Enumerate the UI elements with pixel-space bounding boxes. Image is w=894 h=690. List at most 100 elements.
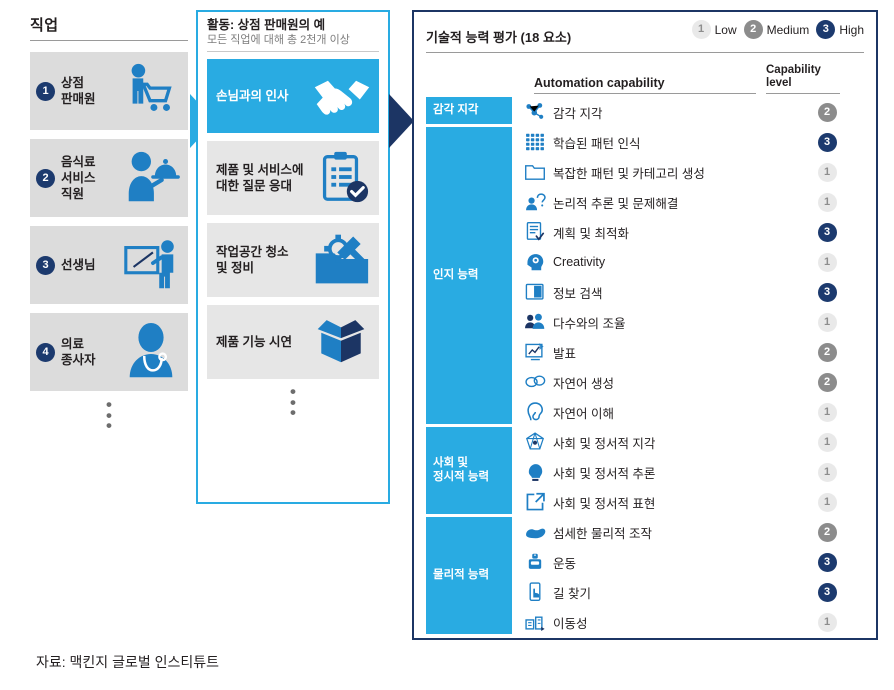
- job-tile[interactable]: 4 의료 종사자: [30, 313, 188, 391]
- activity-label: 제품 기능 시연: [216, 335, 292, 350]
- capability-group-label: 사회 및 정시적 능력: [433, 456, 490, 483]
- capability-label: 사회 및 정서적 지각: [553, 436, 656, 451]
- activity-card[interactable]: 제품 기능 시연: [207, 305, 379, 380]
- capability-level-badge: 3: [817, 282, 837, 302]
- job-number-badge: 3: [36, 255, 55, 275]
- capability-label: 사회 및 정서적 표현: [553, 496, 656, 511]
- legend-item: 1 Low: [691, 20, 737, 39]
- capability-label: 섬세한 물리적 조작: [553, 526, 652, 541]
- capability-group-band: 인지 능력: [426, 127, 512, 424]
- capability-level-cell: 3: [790, 282, 864, 302]
- open-book-icon: [522, 280, 548, 304]
- capability-label: 정보 검색: [553, 286, 603, 301]
- capability-row: 복잡한 패턴 및 카테고리 생성 1: [522, 157, 864, 187]
- legend-level-badge: 2: [743, 20, 763, 39]
- capability-row: 학습된 패턴 인식 3: [522, 127, 864, 157]
- capability-level-badge: 3: [817, 132, 837, 152]
- column-header-automation-capability: Automation capability: [534, 76, 756, 94]
- activities-column: 활동: 상점 판매원의 예 모든 직업에 대해 총 2천개 이상 손님과의 인사…: [196, 10, 390, 504]
- capability-level-cell: 2: [790, 372, 864, 392]
- activities-column-title: 활동: 상점 판매원의 예: [207, 18, 326, 32]
- activity-card[interactable]: 손님과의 인사: [207, 59, 379, 134]
- capability-level-badge: 1: [817, 402, 837, 422]
- people-group-icon: [522, 310, 548, 334]
- source-note: 자료: 맥킨지 글로벌 인스티튜트: [36, 654, 219, 670]
- job-number-badge: 4: [36, 342, 55, 362]
- capability-row: 길 찾기 3: [522, 577, 864, 607]
- speech-clouds-icon: [522, 370, 548, 394]
- job-tile[interactable]: 2 음식료 서비스 직원: [30, 139, 188, 217]
- job-number-badge: 2: [36, 168, 55, 188]
- activities-column-subtitle: 모든 직업에 대해 총 2천개 이상: [207, 34, 379, 53]
- capability-label: 논리적 추론 및 문제해결: [553, 196, 679, 211]
- infographic-root: 직업 1 상점 판매원 2 음식료 서비스 직원 3 선생님 4 의료 종사자 • • • 활동:…: [0, 0, 894, 690]
- legend-label: High: [839, 22, 864, 37]
- capability-group-label: 감각 지각: [433, 103, 479, 116]
- capability-group-column: 감각 지각인지 능력사회 및 정시적 능력물리적 능력: [426, 97, 512, 637]
- capability-panel: 기술적 능력 평가 (18 요소) 1 Low 2 Medium 3 High Autom…: [412, 10, 878, 640]
- capability-level-cell: 1: [790, 612, 864, 632]
- capability-row: Creativity 1: [522, 247, 864, 277]
- capability-level-badge: 1: [817, 612, 837, 632]
- job-label: 선생님: [61, 258, 96, 272]
- capability-label: 자연어 생성: [553, 376, 614, 391]
- capability-row: 계획 및 최적화 3: [522, 217, 864, 247]
- job-label: 의료 종사자: [61, 337, 96, 367]
- mobile-hand-icon: [522, 580, 548, 604]
- vehicle-move-icon: [522, 610, 548, 634]
- capability-group-label: 물리적 능력: [433, 568, 490, 581]
- capability-level-badge: 3: [817, 582, 837, 602]
- capability-level-cell: 1: [790, 252, 864, 272]
- capability-label: 감각 지각: [553, 106, 603, 121]
- capability-level-badge: 1: [817, 462, 837, 482]
- capability-level-badge: 2: [817, 342, 837, 362]
- capability-group-label: 인지 능력: [433, 268, 479, 281]
- open-box-icon: [312, 313, 374, 371]
- job-label: 음식료 서비스 직원: [61, 155, 96, 201]
- job-tile[interactable]: 3 선생님: [30, 226, 188, 304]
- capability-level-cell: 2: [790, 342, 864, 362]
- ear-icon: [522, 400, 548, 424]
- job-label: 상점 판매원: [61, 76, 96, 106]
- capability-row: 사회 및 정서적 추론 1: [522, 457, 864, 487]
- capability-row: 섬세한 물리적 조작 2: [522, 517, 864, 547]
- activity-label: 손님과의 인사: [216, 89, 289, 104]
- capability-panel-title: 기술적 능력 평가 (18 요소): [426, 30, 572, 45]
- capability-level-cell: 1: [790, 312, 864, 332]
- capability-row: 운동 3: [522, 547, 864, 577]
- capability-label: 길 찾기: [553, 586, 591, 601]
- activity-card[interactable]: 제품 및 서비스에 대한 질문 응대: [207, 141, 379, 216]
- job-tile[interactable]: 1 상점 판매원: [30, 52, 188, 130]
- robot-body-icon: [522, 550, 548, 574]
- activity-card[interactable]: 작업공간 청소 및 정비: [207, 223, 379, 298]
- head-thought-icon: [522, 460, 548, 484]
- capability-row: 자연어 생성 2: [522, 367, 864, 397]
- capability-legend: 1 Low 2 Medium 3 High: [691, 20, 864, 39]
- activity-label: 제품 및 서비스에 대한 질문 응대: [216, 163, 304, 194]
- capability-label: 발표: [553, 346, 577, 361]
- capability-level-cell: 2: [790, 102, 864, 122]
- pattern-grid-icon: [522, 130, 548, 154]
- capability-row: 논리적 추론 및 문제해결 1: [522, 187, 864, 217]
- capability-level-cell: 1: [790, 192, 864, 212]
- activity-label: 작업공간 청소 및 정비: [216, 245, 289, 276]
- capability-level-cell: 1: [790, 492, 864, 512]
- legend-label: Medium: [766, 22, 810, 37]
- network-star-icon: [522, 430, 548, 454]
- capability-row: 정보 검색 3: [522, 277, 864, 307]
- capability-level-cell: 3: [790, 582, 864, 602]
- clipboard-check-icon: [312, 149, 374, 207]
- activities-list: 손님과의 인사제품 및 서비스에 대한 질문 응대작업공간 청소 및 정비제품 …: [207, 59, 379, 380]
- capability-label: Creativity: [553, 255, 606, 269]
- jobs-list: 1 상점 판매원 2 음식료 서비스 직원 3 선생님 4 의료 종사자: [30, 52, 188, 391]
- capability-level-badge: 1: [817, 162, 837, 182]
- head-gear-icon: [522, 250, 548, 274]
- capability-label: 이동성: [553, 616, 588, 631]
- sensor-nodes-icon: [522, 100, 548, 124]
- capability-group-band: 물리적 능력: [426, 517, 512, 634]
- capability-level-cell: 1: [790, 402, 864, 422]
- capability-level-badge: 2: [817, 102, 837, 122]
- capability-row: 사회 및 정서적 지각 1: [522, 427, 864, 457]
- column-header-capability-level: Capability level: [766, 64, 840, 94]
- legend-label: Low: [714, 22, 737, 37]
